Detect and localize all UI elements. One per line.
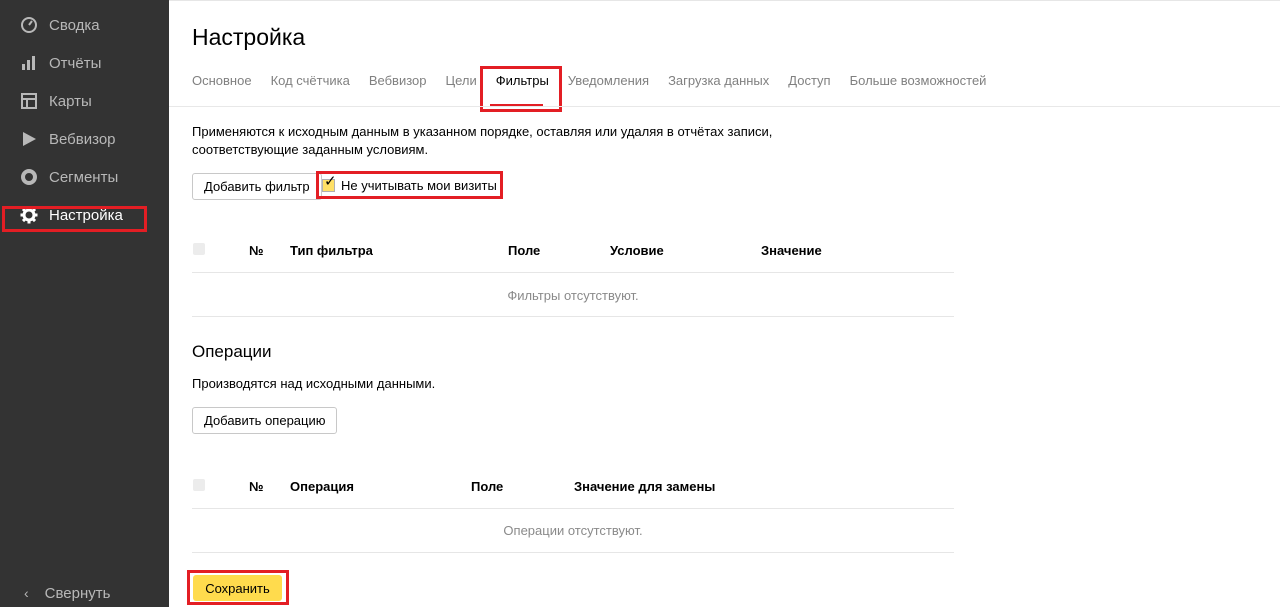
gear-icon xyxy=(20,206,38,224)
tab-more-features[interactable]: Больше возможностей xyxy=(850,73,987,93)
bar-chart-icon xyxy=(20,54,38,72)
column-header-filter-type: Тип фильтра xyxy=(290,243,373,258)
top-divider xyxy=(169,0,1280,1)
column-header-number: № xyxy=(249,243,264,258)
tab-data-upload[interactable]: Загрузка данных xyxy=(668,73,769,93)
sidebar-item-label: Карты xyxy=(49,92,92,110)
operations-header-divider xyxy=(192,508,954,509)
tab-counter-code[interactable]: Код счётчика xyxy=(271,73,350,93)
sidebar-item-segments[interactable]: Сегменты xyxy=(0,158,169,196)
filters-description-line-2: соответствующие заданным условиям. xyxy=(192,142,429,157)
column-header-value: Значение xyxy=(761,243,822,258)
column-header-number: № xyxy=(249,479,264,494)
sidebar: Сводка Отчёты Карты Вебвизор Сегменты На… xyxy=(0,0,169,607)
gauge-icon xyxy=(20,16,38,34)
sidebar-item-label: Отчёты xyxy=(49,54,102,72)
sidebar-item-summary[interactable]: Сводка xyxy=(0,6,169,44)
sidebar-item-label: Сводка xyxy=(49,16,100,34)
operations-empty-message: Операции отсутствуют. xyxy=(503,523,643,538)
sidebar-item-label: Настройка xyxy=(49,206,123,224)
add-filter-button[interactable]: Добавить фильтр xyxy=(192,173,322,200)
select-all-operations-checkbox[interactable] xyxy=(193,479,205,491)
checkmark-icon: ✓ xyxy=(324,172,337,190)
filters-description-line-1: Применяются к исходным данным в указанно… xyxy=(192,124,773,139)
collapse-label: Свернуть xyxy=(44,584,111,602)
operations-title: Операции xyxy=(192,342,272,361)
tab-goals[interactable]: Цели xyxy=(446,73,477,93)
tab-notifications[interactable]: Уведомления xyxy=(568,73,649,93)
main-content: Настройка Основное Код счётчика Вебвизор… xyxy=(169,0,1280,607)
column-header-condition: Условие xyxy=(610,243,664,258)
column-header-field: Поле xyxy=(508,243,541,258)
collapse-sidebar-button[interactable]: ‹ Свернуть xyxy=(0,579,169,607)
filters-table-bottom-divider xyxy=(192,316,954,317)
column-header-field: Поле xyxy=(471,479,504,494)
settings-tabs: Основное Код счётчика Вебвизор Цели Филь… xyxy=(192,73,1005,93)
page-title: Настройка xyxy=(192,24,306,50)
tab-access[interactable]: Доступ xyxy=(788,73,830,93)
play-icon xyxy=(20,130,38,148)
exclude-my-visits-checkbox[interactable]: ✓ Не учитывать мои визиты xyxy=(319,173,497,196)
add-operation-button[interactable]: Добавить операцию xyxy=(192,407,338,434)
sidebar-item-maps[interactable]: Карты xyxy=(0,82,169,120)
sidebar-item-label: Сегменты xyxy=(49,168,119,186)
segments-ring-icon xyxy=(20,168,38,186)
filters-description: Применяются к исходным данным в указанно… xyxy=(192,123,812,159)
map-icon xyxy=(20,92,38,110)
operations-description: Производятся над исходными данными. xyxy=(192,376,436,391)
checkbox-checked[interactable]: ✓ xyxy=(322,173,337,192)
save-button[interactable]: Сохранить xyxy=(193,575,282,601)
checkbox-label: Не учитывать мои визиты xyxy=(341,177,497,193)
operations-table-bottom-divider xyxy=(192,552,954,553)
filters-empty-message: Фильтры отсутствуют. xyxy=(507,288,639,303)
tab-filters[interactable]: Фильтры xyxy=(496,73,549,93)
sidebar-item-reports[interactable]: Отчёты xyxy=(0,44,169,82)
filters-header-divider xyxy=(192,272,954,273)
sidebar-item-webvisor[interactable]: Вебвизор xyxy=(0,120,169,158)
tab-webvisor[interactable]: Вебвизор xyxy=(369,73,427,93)
tab-general[interactable]: Основное xyxy=(192,73,252,93)
column-header-operation: Операция xyxy=(290,479,354,494)
sidebar-item-label: Вебвизор xyxy=(49,130,116,148)
select-all-filters-checkbox[interactable] xyxy=(193,243,205,255)
column-header-replacement-value: Значение для замены xyxy=(574,479,716,494)
tabs-divider xyxy=(169,106,1280,107)
chevron-left-icon: ‹ xyxy=(24,585,29,601)
sidebar-item-settings[interactable]: Настройка xyxy=(0,196,169,234)
